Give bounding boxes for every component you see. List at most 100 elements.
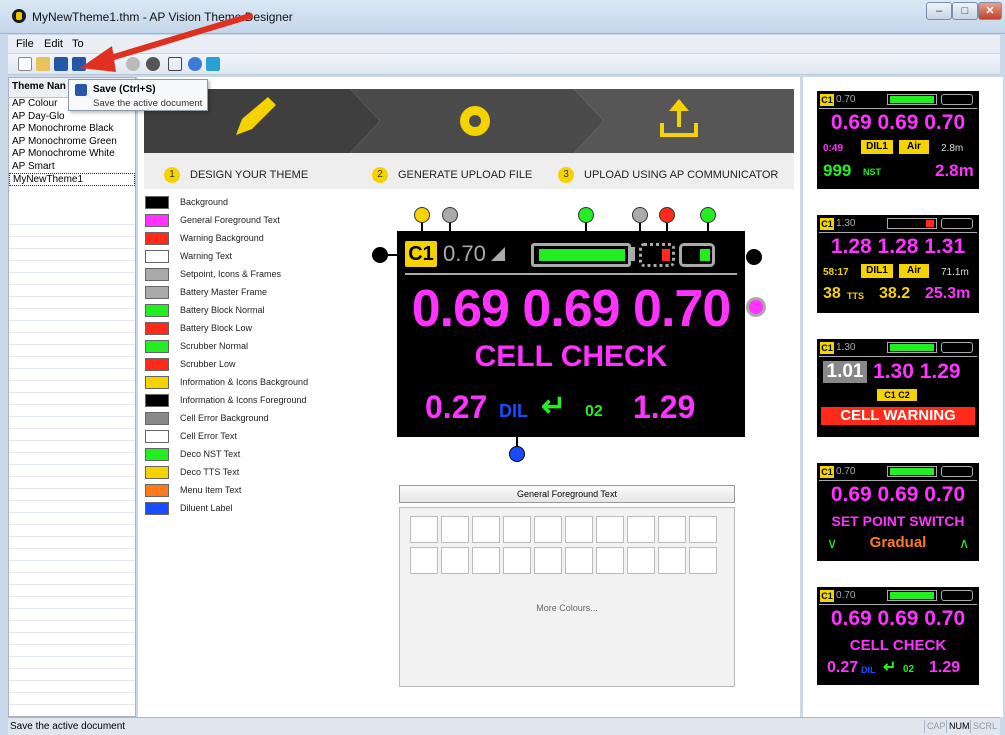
color-swatch[interactable] — [145, 268, 169, 281]
custom-color-cell[interactable] — [658, 516, 686, 543]
color-swatch[interactable] — [145, 484, 169, 497]
color-swatch[interactable] — [145, 340, 169, 353]
battery-icon — [531, 243, 631, 267]
setpoint-value: 1.30 — [836, 342, 856, 353]
preview-screen[interactable]: C1 0.70 0.69 0.69 0.70 0:49 DIL1 Air 2.8… — [817, 91, 979, 189]
custom-color-cell[interactable] — [627, 547, 655, 574]
custom-color-cell[interactable] — [410, 547, 438, 574]
color-swatch[interactable] — [145, 196, 169, 209]
tts-value: 38 — [823, 285, 841, 302]
help-icon[interactable] — [188, 57, 202, 71]
preview-screen[interactable]: C1 1.30 1.28 1.28 1.31 58:17 DIL1 Air 71… — [817, 215, 979, 313]
color-swatch[interactable] — [145, 448, 169, 461]
custom-color-cell[interactable] — [596, 516, 624, 543]
upload-icon[interactable] — [168, 57, 182, 71]
connector-dot[interactable] — [578, 207, 594, 223]
tooltip-title: Save (Ctrl+S) — [93, 84, 156, 95]
gear-icon[interactable] — [146, 57, 160, 71]
selected-color-label[interactable]: General Foreground Text — [399, 485, 735, 503]
connector-dot[interactable] — [746, 297, 766, 317]
color-swatch[interactable] — [145, 430, 169, 443]
more-colours-button[interactable]: More Colours... — [400, 603, 734, 613]
save-icon — [75, 84, 87, 96]
color-swatch[interactable] — [145, 466, 169, 479]
save-all-icon[interactable] — [72, 57, 86, 71]
new-icon[interactable] — [18, 57, 32, 71]
theme-item[interactable]: AP Monochrome Black — [9, 123, 135, 136]
theme-item[interactable]: AP Day-Glo — [9, 111, 135, 124]
theme-item[interactable]: AP Smart — [9, 161, 135, 174]
dive-display-preview[interactable]: C1 0.70 0.69 0.69 0.70 CELL CHECK 0.27 D… — [397, 231, 745, 437]
connector-dot[interactable] — [632, 207, 648, 223]
custom-color-cell[interactable] — [689, 516, 717, 543]
color-swatch[interactable] — [145, 250, 169, 263]
chevron-up-icon[interactable]: ∧ — [959, 535, 969, 552]
custom-color-cell[interactable] — [689, 547, 717, 574]
legend-label: Menu Item Text — [180, 485, 242, 495]
color-swatch[interactable] — [145, 358, 169, 371]
o2-label: 02 — [585, 403, 603, 420]
color-swatch[interactable] — [145, 232, 169, 245]
scroll-indicator: SCRL — [970, 720, 999, 733]
color-swatch[interactable] — [145, 214, 169, 227]
open-folder-icon[interactable] — [36, 57, 50, 71]
custom-color-cell[interactable] — [565, 547, 593, 574]
scrubber-icon — [941, 466, 973, 477]
menu-edit[interactable]: Edit — [44, 38, 63, 50]
diluent-label: DIL — [861, 665, 876, 675]
depth-value: 2.8m — [941, 143, 964, 154]
preview-screen[interactable]: C1 0.70 0.69 0.69 0.70 CELL CHECK 0.27 D… — [817, 587, 979, 685]
o2-value: 1.29 — [633, 389, 696, 425]
preview-screen[interactable]: C1 1.30 1.01 1.30 1.29 C1 C2 CELL WARNIN… — [817, 339, 979, 437]
connector-dot[interactable] — [746, 249, 762, 265]
custom-color-cell[interactable] — [441, 516, 469, 543]
color-swatch[interactable] — [145, 394, 169, 407]
legend-label: Information & Icons Background — [180, 377, 309, 387]
dive-time: 0:49 — [823, 143, 844, 154]
redo-icon[interactable] — [126, 57, 140, 71]
custom-color-cell[interactable] — [441, 547, 469, 574]
steps-banner — [144, 89, 794, 153]
connector-dot[interactable] — [700, 207, 716, 223]
custom-color-cell[interactable] — [627, 516, 655, 543]
step-label: GENERATE UPLOAD FILE — [398, 169, 533, 181]
setpoint-switch-message: SET POINT SWITCH — [831, 513, 965, 529]
custom-color-cell[interactable] — [472, 516, 500, 543]
custom-color-cell[interactable] — [565, 516, 593, 543]
custom-color-cell[interactable] — [503, 547, 531, 574]
caps-indicator: CAP — [924, 720, 948, 733]
custom-color-cell[interactable] — [410, 516, 438, 543]
menu-file[interactable]: File — [16, 38, 34, 50]
custom-color-cell[interactable] — [658, 547, 686, 574]
connector-dot[interactable] — [659, 207, 675, 223]
gas-badge: DIL1 — [861, 140, 893, 154]
custom-color-cell[interactable] — [472, 547, 500, 574]
color-swatch[interactable] — [145, 304, 169, 317]
color-swatch[interactable] — [145, 286, 169, 299]
preview-screen[interactable]: C1 0.70 0.69 0.69 0.70 SET POINT SWITCH … — [817, 463, 979, 561]
minimize-button[interactable]: – — [926, 2, 952, 20]
custom-color-cell[interactable] — [534, 547, 562, 574]
theme-item[interactable]: AP Monochrome White — [9, 148, 135, 161]
color-swatch[interactable] — [145, 376, 169, 389]
color-swatch[interactable] — [145, 412, 169, 425]
connector-dot[interactable] — [442, 207, 458, 223]
legend-label: Deco TTS Text — [180, 467, 240, 477]
book-icon[interactable] — [206, 57, 220, 71]
status-text: Save the active document — [10, 721, 126, 732]
theme-item[interactable]: AP Monochrome Green — [9, 136, 135, 149]
ppo2-readings: 0.69 0.69 0.70 — [830, 483, 966, 506]
custom-color-cell[interactable] — [503, 516, 531, 543]
close-button[interactable]: ✕ — [978, 2, 1002, 20]
menu-tools[interactable]: To — [72, 38, 84, 50]
custom-color-cell[interactable] — [534, 516, 562, 543]
custom-color-cell[interactable] — [596, 547, 624, 574]
theme-item-selected[interactable]: MyNewTheme1 — [9, 173, 135, 186]
save-icon[interactable] — [54, 57, 68, 71]
connector-dot[interactable] — [414, 207, 430, 223]
maximize-button[interactable]: □ — [952, 2, 978, 20]
color-swatch[interactable] — [145, 322, 169, 335]
color-swatch[interactable] — [145, 502, 169, 515]
connector-dot[interactable] — [509, 446, 525, 462]
legend-label: Battery Master Frame — [180, 287, 268, 297]
